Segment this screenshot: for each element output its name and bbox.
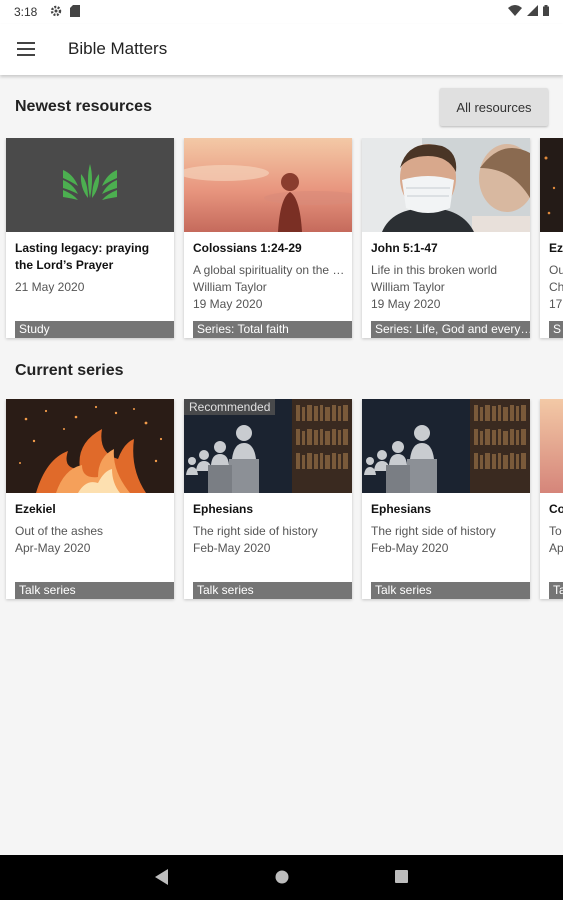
series-card-title: Ezekiel [15,502,56,516]
recents-icon[interactable] [395,870,408,888]
series-card[interactable]: Ephesians The right side of history Feb-… [362,399,530,599]
bible-matters-logo-thumbnail [6,138,174,232]
resource-card-tag: Study [15,321,174,338]
resource-card-speaker: William Taylor [193,280,267,294]
battery-icon [543,5,549,19]
navigation-bar [0,855,563,900]
series-card-tag: Ta [549,582,563,599]
series-card-subtitle: To [549,524,562,538]
resource-card-date: 19 May 2020 [193,297,263,311]
resource-card-speaker: William Taylor [371,280,445,294]
newest-resources-row[interactable]: Lasting legacy: praying the Lord’s Praye… [0,138,563,343]
series-card-dates: Feb-May 2020 [193,541,271,555]
series-card-tag: Talk series [371,582,530,599]
resource-card-tag: Series: Life, God and everything [371,321,530,338]
masked-man-thumbnail [362,138,530,232]
status-time: 3:18 [14,5,38,19]
resource-card-date: 17 [549,297,563,311]
resource-card-subtitle: Life in this broken world [371,263,498,277]
app-bar: Bible Matters [0,24,563,75]
menu-icon[interactable] [17,42,35,56]
resource-card-title: Colossians 1:24-29 [193,241,302,255]
resource-card-subtitle: Ou [549,263,563,277]
resource-card-title: Ez [549,241,563,255]
series-card-title: Co [549,502,563,516]
resource-card-date: 21 May 2020 [15,280,85,294]
cell-signal-icon [527,5,538,19]
home-icon[interactable] [275,870,289,889]
series-card[interactable]: Co To Ap Ta [540,399,563,599]
library-busts-thumbnail [362,399,530,493]
resource-card[interactable]: John 5:1-47 Life in this broken world Wi… [362,138,530,338]
resource-card-title: John 5:1-47 [371,241,438,255]
sparks-thumbnail [540,138,563,232]
series-card-dates: Apr-May 2020 [15,541,91,555]
series-card-title: Ephesians [193,502,254,516]
series-card-tag: Talk series [193,582,352,599]
series-card-subtitle: Out of the ashes [15,524,104,538]
series-card-subtitle: The right side of history [371,524,496,538]
sd-card-status-icon [70,5,80,20]
fire-thumbnail [6,399,174,493]
library-busts-thumbnail: Recommended [184,399,352,493]
series-card-dates: Ap [549,541,563,555]
series-card[interactable]: Recommended Ephesians The right side of … [184,399,352,599]
series-card-tag: Talk series [15,582,174,599]
resource-card[interactable]: Ez Ou Ch 17 S [540,138,563,338]
current-series-row[interactable]: Ezekiel Out of the ashes Apr-May 2020 Ta… [0,399,563,604]
resource-card[interactable]: Colossians 1:24-29 A global spirituality… [184,138,352,338]
wifi-icon [508,5,522,19]
series-card-title: Ephesians [371,502,432,516]
resource-card-date: 19 May 2020 [371,297,441,311]
back-icon[interactable] [155,869,169,890]
recommended-badge: Recommended [184,399,276,415]
series-card[interactable]: Ezekiel Out of the ashes Apr-May 2020 Ta… [6,399,174,599]
resource-card-subtitle: A global spirituality on the move [193,263,345,277]
settings-status-icon [50,5,62,20]
app-title: Bible Matters [68,39,168,58]
sunset-thumbnail [540,399,563,493]
current-series-heading: Current series [15,362,124,379]
status-right-icons [508,5,549,19]
resource-card-tag: S [549,321,563,338]
status-bar: 3:18 [0,0,563,24]
resource-card-speaker: Ch [549,280,563,294]
sunset-silhouette-thumbnail [184,138,352,232]
all-resources-button[interactable]: All resources [440,88,548,126]
resource-card-tag: Series: Total faith [193,321,352,338]
series-card-subtitle: The right side of history [193,524,318,538]
newest-resources-heading: Newest resources [15,98,152,115]
series-card-dates: Feb-May 2020 [371,541,449,555]
resource-card-title: Lasting legacy: praying the Lord’s Praye… [15,241,150,272]
resource-card[interactable]: Lasting legacy: praying the Lord’s Praye… [6,138,174,338]
